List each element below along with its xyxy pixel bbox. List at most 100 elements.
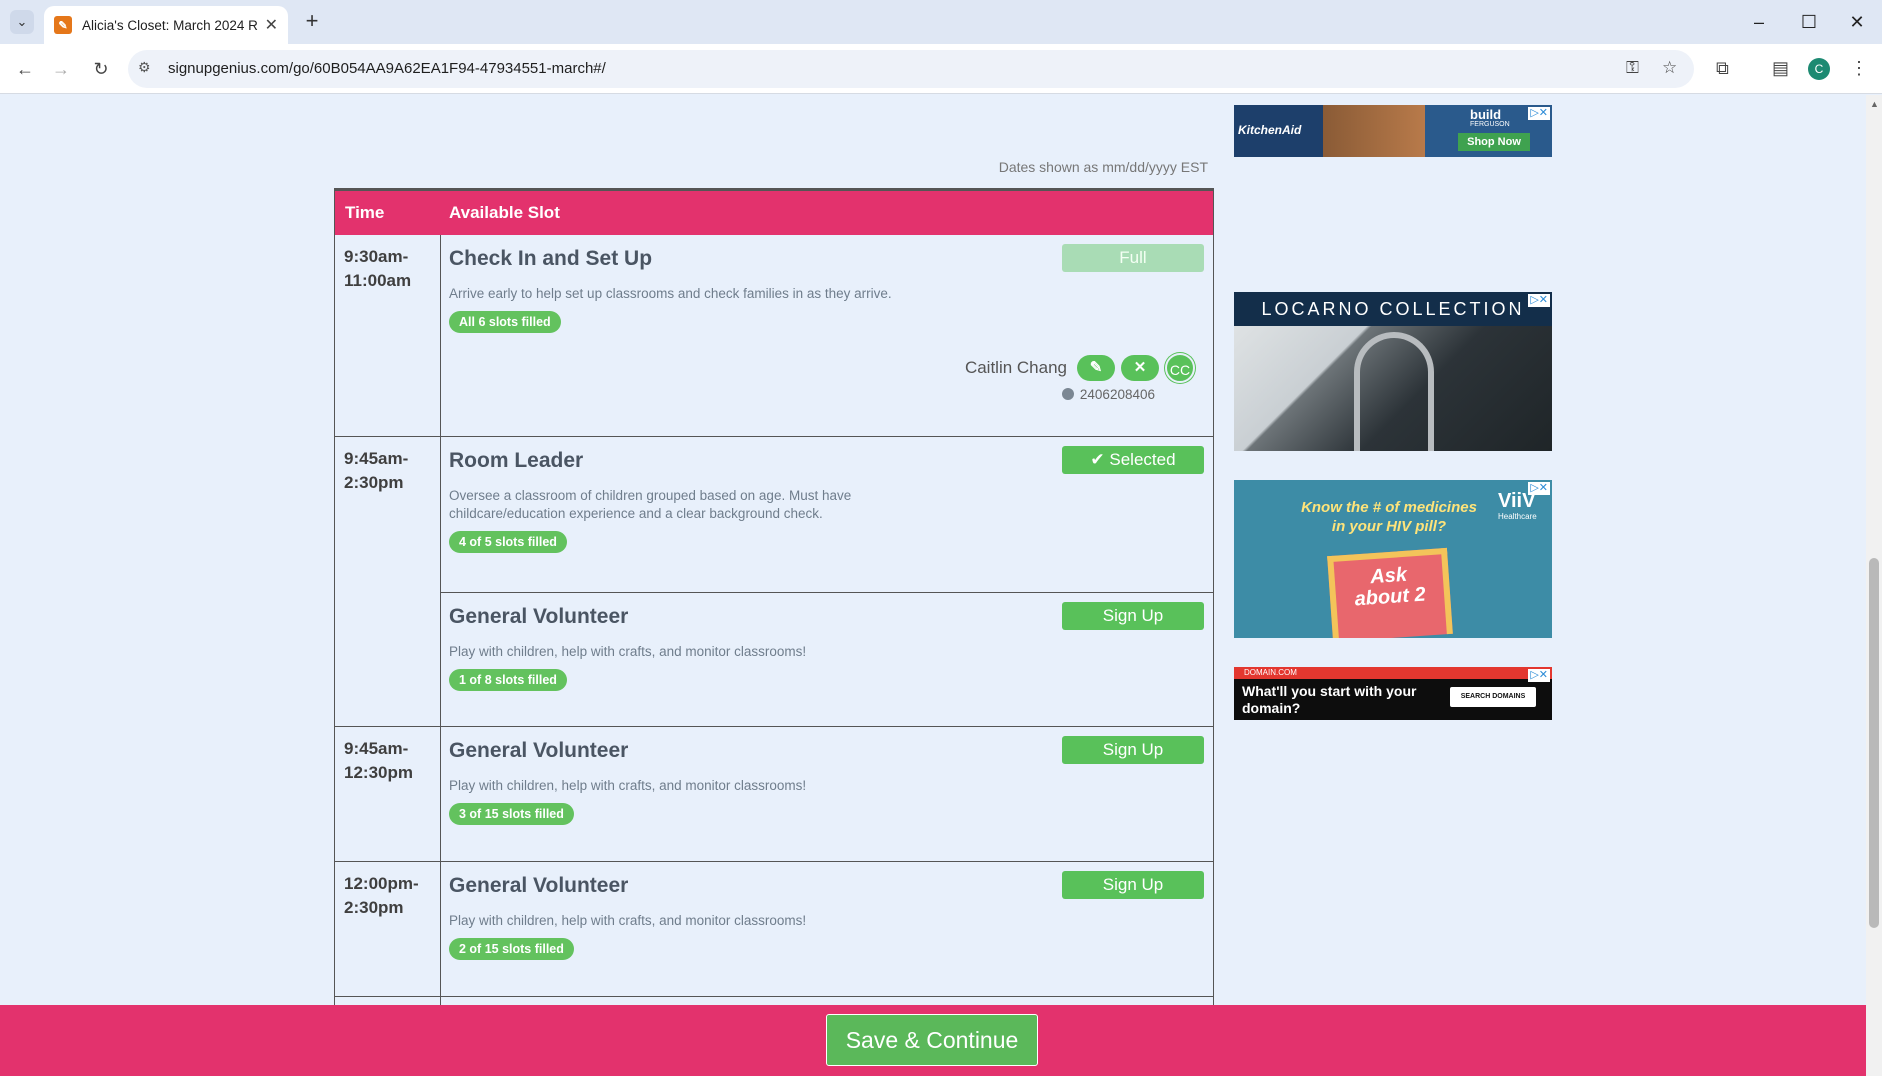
slot-item: General Volunteer Play with children, he… — [441, 727, 1213, 861]
domain-ad[interactable]: DOMAIN.COM What'll you start with your d… — [1234, 667, 1552, 720]
site-info-icon[interactable]: ⚙ — [138, 59, 151, 76]
password-key-icon[interactable]: ⚿ — [1626, 58, 1639, 78]
page-content: Dates shown as mm/dd/yyyy EST Time Avail… — [0, 95, 1866, 1005]
save-continue-button[interactable]: Save & Continue — [826, 1014, 1038, 1066]
volunteer-name: Caitlin Chang — [964, 358, 1067, 377]
slot-description: Arrive early to help set up classrooms a… — [449, 286, 892, 301]
browser-toolbar: ← → ↻ ⚙ signupgenius.com/go/60B054AA9A62… — [0, 44, 1882, 94]
table-row: 9:30am- 11:00am Check In and Set Up Arri… — [335, 235, 1213, 436]
remove-x-icon[interactable]: ✕ — [1121, 355, 1159, 381]
time-cell: 9:30am- 11:00am — [335, 235, 441, 436]
locarno-ad[interactable]: LOCARNO COLLECTION ▷✕ — [1234, 292, 1552, 451]
ad-title: LOCARNO COLLECTION — [1234, 292, 1552, 326]
time-cell — [335, 997, 441, 1005]
slot-description: Play with children, help with crafts, an… — [449, 778, 807, 793]
tab-title: Alicia's Closet: March 2024 Resp — [82, 17, 258, 33]
table-header: Time Available Slot — [335, 191, 1213, 235]
ad-partner: build — [1470, 107, 1502, 122]
ad-search-domains-button[interactable]: SEARCH DOMAINS — [1450, 687, 1536, 707]
page-scrollbar[interactable]: ▲ — [1866, 95, 1882, 1076]
reload-icon[interactable]: ↻ — [88, 56, 114, 82]
slot-description: Oversee a classroom of children grouped … — [449, 488, 852, 521]
slot-item: General Volunteer Play with children, he… — [441, 862, 1213, 996]
volunteer-avatar: CC — [1165, 353, 1195, 383]
sign-up-button[interactable]: Sign Up — [1062, 736, 1204, 764]
time-cell: 9:45am- 12:30pm — [335, 727, 441, 861]
slots-filled-badge: All 6 slots filled — [449, 311, 561, 333]
url-text[interactable]: signupgenius.com/go/60B054AA9A62EA1F94-4… — [168, 60, 606, 77]
menu-kebab-icon[interactable]: ⋮ — [1850, 58, 1868, 79]
slot-item: Check In and Set Up Arrive early to help… — [441, 235, 1213, 435]
selected-button[interactable]: ✔ Selected — [1062, 446, 1204, 474]
header-time: Time — [345, 203, 385, 222]
slot-description: Play with children, help with crafts, an… — [449, 913, 807, 928]
table-row: 12:00pm- 2:30pm General Volunteer Play w… — [335, 861, 1213, 996]
slot-item: General Volunteer Play with children, he… — [441, 592, 1213, 726]
ad-brand: DOMAIN.COM — [1234, 667, 1552, 679]
volunteer-entry: Caitlin Chang ✎ ✕ CC 2406208406 — [965, 353, 1195, 402]
new-tab-plus-icon[interactable]: + — [300, 10, 324, 34]
scrollbar-thumb[interactable] — [1869, 558, 1879, 928]
bookmark-star-icon[interactable]: ☆ — [1662, 58, 1677, 78]
back-arrow-icon[interactable]: ← — [12, 56, 38, 82]
address-bar[interactable]: ⚙ signupgenius.com/go/60B054AA9A62EA1F94… — [128, 50, 1694, 88]
ad-choices-icon[interactable]: ▷✕ — [1528, 669, 1550, 682]
time-cell: 9:45am- 2:30pm — [335, 437, 441, 726]
tab-search-chevron-icon[interactable]: ⌄ — [10, 10, 34, 34]
bottom-action-bar: Save & Continue — [0, 1005, 1866, 1076]
slot-description: Play with children, help with crafts, an… — [449, 644, 807, 659]
time-end: 2:30pm — [344, 898, 404, 917]
scroll-up-arrow-icon[interactable]: ▲ — [1870, 99, 1879, 109]
phone-icon — [1062, 388, 1075, 400]
table-row: 9:45am- 12:30pm General Volunteer Play w… — [335, 726, 1213, 861]
dates-note: Dates shown as mm/dd/yyyy EST — [998, 159, 1208, 175]
tab-close-icon[interactable]: ✕ — [265, 15, 278, 35]
edit-pencil-icon[interactable]: ✎ — [1077, 355, 1115, 381]
side-panel-icon[interactable]: ▤ — [1772, 58, 1789, 79]
time-start: 12:00pm- — [344, 874, 419, 893]
slot-cell: General Volunteer Play with children, he… — [441, 862, 1213, 996]
time-end: 11:00am — [344, 271, 412, 290]
ad-choices-icon[interactable]: ▷✕ — [1528, 107, 1550, 120]
maximize-icon[interactable]: ☐ — [1786, 8, 1832, 36]
time-start: 9:30am- — [344, 247, 409, 266]
ad-shop-now-button[interactable]: Shop Now — [1458, 133, 1530, 151]
slot-cell — [441, 997, 1213, 1005]
ad-brand-sub: Healthcare — [1498, 512, 1537, 521]
sign-up-button[interactable]: Sign Up — [1062, 602, 1204, 630]
tab-bar: ⌄ ✎ Alicia's Closet: March 2024 Resp ✕ +… — [0, 0, 1882, 44]
ad-choices-icon[interactable]: ▷✕ — [1528, 294, 1550, 307]
time-end: 2:30pm — [344, 473, 404, 492]
kitchenaid-ad[interactable]: KitchenAid build FERGUSON Shop Now ▷✕ — [1234, 105, 1552, 157]
table-row: 9:45am- 2:30pm Room Leader Oversee a cla… — [335, 436, 1213, 726]
time-start: 9:45am- — [344, 739, 409, 758]
extensions-puzzle-icon[interactable]: ⧉ — [1716, 58, 1729, 79]
ad-partner-sub: FERGUSON — [1470, 121, 1510, 128]
selected-label: Selected — [1109, 450, 1176, 469]
time-cell: 12:00pm- 2:30pm — [335, 862, 441, 996]
phone-number: 2406208406 — [1079, 387, 1155, 402]
minimize-icon[interactable]: – — [1736, 8, 1782, 36]
signupgenius-favicon-icon: ✎ — [54, 16, 72, 34]
slot-item: Room Leader Oversee a classroom of child… — [441, 437, 1213, 592]
time-start: 9:45am- — [344, 449, 409, 468]
signup-table: Time Available Slot 9:30am- 11:00am Chec… — [334, 188, 1214, 1005]
viiv-ad[interactable]: Know the # of medicines in your HIV pill… — [1234, 480, 1552, 638]
ad-headline: What'll you start with your domain? — [1242, 683, 1417, 716]
table-row — [335, 996, 1213, 1005]
ad-headline: Know the # of medicines in your HIV pill… — [1301, 499, 1477, 535]
slot-item — [441, 997, 1213, 1005]
faucet-image — [1354, 332, 1434, 451]
window-close-icon[interactable]: ✕ — [1834, 8, 1880, 36]
browser-tab[interactable]: ✎ Alicia's Closet: March 2024 Resp ✕ — [44, 6, 288, 44]
sign-up-button[interactable]: Sign Up — [1062, 871, 1204, 899]
forward-arrow-icon[interactable]: → — [48, 56, 74, 82]
slots-filled-badge: 3 of 15 slots filled — [449, 803, 574, 825]
ad-brand: KitchenAid — [1238, 123, 1302, 137]
profile-avatar[interactable]: C — [1808, 58, 1830, 80]
ad-choices-icon[interactable]: ▷✕ — [1528, 482, 1550, 495]
checkmark-icon: ✔ — [1090, 450, 1110, 469]
slot-cell: General Volunteer Play with children, he… — [441, 727, 1213, 861]
time-end: 12:30pm — [344, 763, 413, 782]
slot-cell: Check In and Set Up Arrive early to help… — [441, 235, 1213, 436]
